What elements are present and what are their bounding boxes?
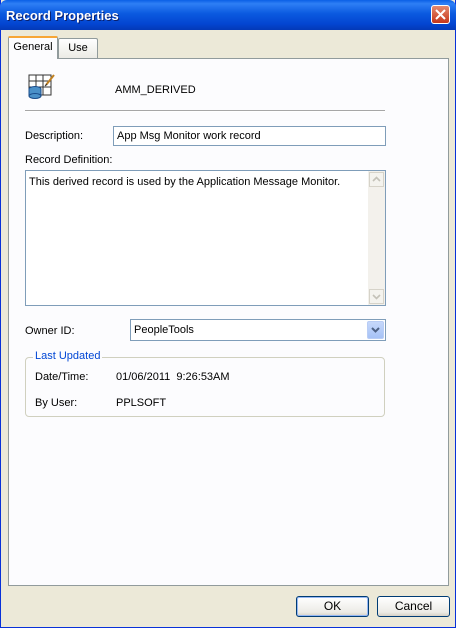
scroll-up-button[interactable] [369,172,384,187]
chevron-down-icon [372,294,381,300]
datetime-label: Date/Time: [35,371,89,383]
chevron-up-icon [372,176,381,182]
title-bar[interactable]: Record Properties [0,0,456,30]
description-input[interactable]: App Msg Monitor work record [113,126,386,146]
record-definition-label: Record Definition: [25,154,113,166]
owner-id-label: Owner ID: [25,325,75,337]
owner-id-dropdown-button[interactable] [367,321,384,339]
chevron-down-icon [371,327,380,333]
datetime-value: 01/06/2011 9:26:53AM [116,371,230,383]
ok-button[interactable]: OK [296,596,369,617]
close-icon [435,9,446,20]
definition-scrollbar[interactable] [368,171,385,305]
record-table-icon [25,73,57,101]
record-name: AMM_DERIVED [115,84,196,96]
by-user-value: PPLSOFT [116,397,167,409]
cancel-button[interactable]: Cancel [377,596,450,617]
record-definition-textarea[interactable]: This derived record is used by the Appli… [25,170,386,306]
owner-id-value: PeopleTools [134,324,194,336]
by-user-label: By User: [35,397,78,409]
close-button[interactable] [431,5,450,24]
scroll-down-button[interactable] [369,289,384,304]
general-tab-panel: AMM_DERIVED Description: App Msg Monitor… [8,58,449,586]
owner-id-select[interactable]: PeopleTools [130,319,386,341]
last-updated-legend: Last Updated [33,350,103,362]
description-label: Description: [25,130,84,142]
separator [25,110,385,112]
tab-use[interactable]: Use [58,38,98,58]
window-title: Record Properties [6,8,119,23]
record-definition-value: This derived record is used by the Appli… [29,176,341,188]
tab-general-label: General [13,41,53,53]
tab-use-label: Use [68,42,88,54]
last-updated-group: Last Updated Date/Time: 01/06/2011 9:26:… [25,350,385,417]
description-value: App Msg Monitor work record [117,130,261,142]
tab-general[interactable]: General [8,36,58,59]
record-properties-dialog: Record Properties General Use AMM_DERIVE… [0,0,456,628]
